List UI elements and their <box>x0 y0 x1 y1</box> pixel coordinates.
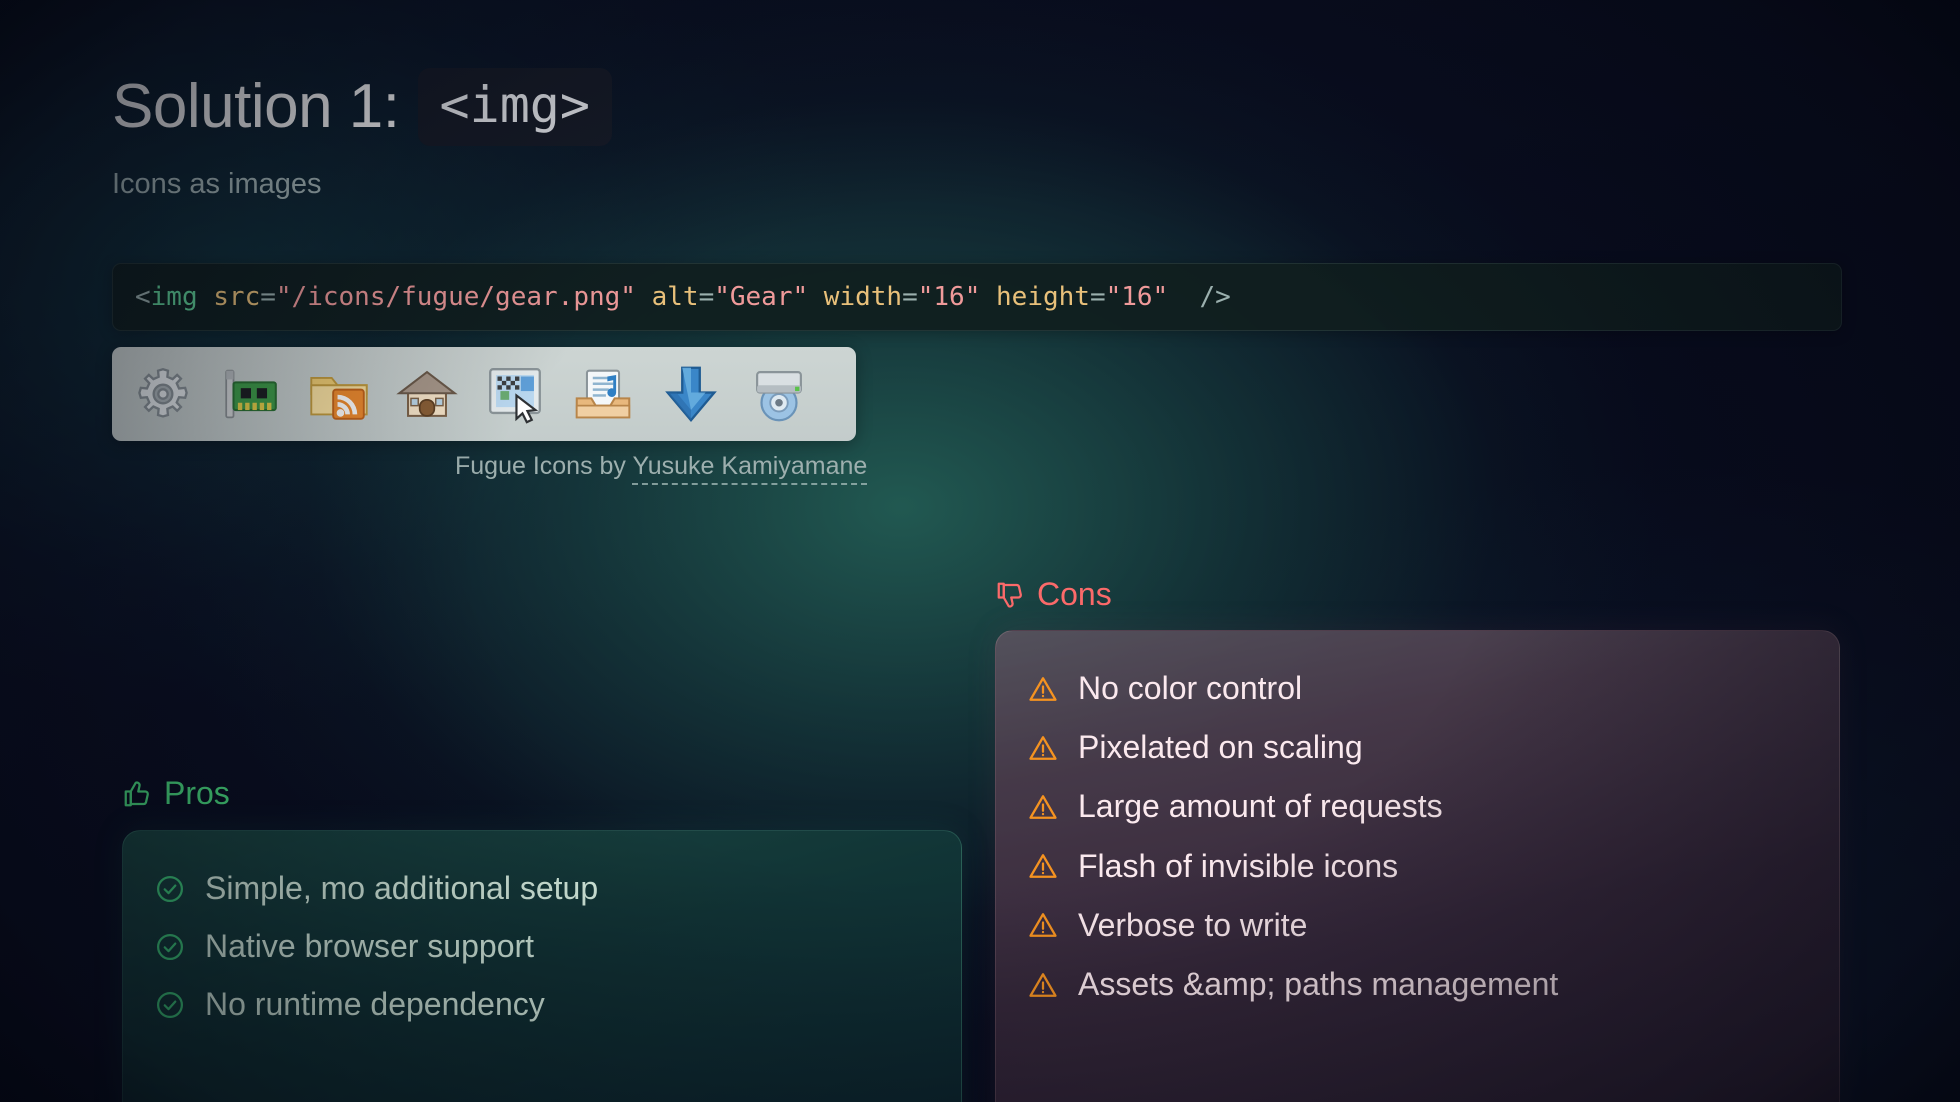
cons-item-label: Verbose to write <box>1078 906 1308 943</box>
webcam-device-icon <box>756 371 802 422</box>
pros-heading: Pros <box>122 775 230 812</box>
code-token-str-height: "16" <box>1105 282 1169 312</box>
cons-heading: Cons <box>995 576 1112 613</box>
page-title: Solution 1: <box>112 72 400 141</box>
code-token-eq-2: = <box>698 282 715 312</box>
code-token-attr-src: src <box>213 282 261 312</box>
code-badge-img-tag: <img> <box>417 68 613 146</box>
code-token-eq-3: = <box>902 282 918 312</box>
pros-heading-label: Pros <box>164 775 230 811</box>
code-token-attr-height: height <box>996 282 1090 312</box>
warning-triangle-icon <box>1029 972 1057 997</box>
warning-triangle-icon <box>1029 854 1057 879</box>
cons-heading-label: Cons <box>1037 576 1112 612</box>
cons-card: No color control Pixelated on scaling La… <box>995 619 1840 1102</box>
slide-root: Solution 1: <img> Icons as images < img s… <box>0 0 1960 1102</box>
cons-item-label: Large amount of requests <box>1078 788 1443 825</box>
list-item: No runtime dependency <box>155 987 961 1022</box>
check-circle-icon <box>157 875 183 902</box>
cons-item-label: Flash of invisible icons <box>1078 847 1399 884</box>
list-item: Assets &amp; paths management <box>1028 965 1839 1002</box>
gear-icon <box>138 367 188 418</box>
code-token-lt: < <box>135 282 151 312</box>
code-token-tag: img <box>150 282 198 312</box>
code-token-eq-1: = <box>260 282 276 312</box>
code-snippet-block: < img src = "/icons/fugue/gear.png" alt = "Ge… <box>112 263 1842 331</box>
list-item: Native browser support <box>155 928 961 965</box>
network-card-icon <box>225 369 277 419</box>
cons-item-label: Assets &amp; paths management <box>1078 965 1559 1002</box>
warning-triangle-icon <box>1029 913 1057 938</box>
check-circle-icon <box>157 933 183 960</box>
pros-item-label: No runtime dependency <box>205 986 545 1023</box>
code-token-str-src: "/icons/fugue/gear.png" <box>275 282 636 312</box>
code-token-str-width: "16" <box>917 282 981 312</box>
icon-attribution-caption: Fugue Icons by Yusuke Kamiyamane <box>455 452 868 485</box>
list-item: Large amount of requests <box>1028 789 1839 824</box>
pros-item-label: Native browser support <box>205 928 535 965</box>
image-cursor-icon <box>489 368 541 424</box>
list-item: No color control <box>1028 670 1839 706</box>
cons-list: No color control Pixelated on scaling La… <box>996 670 1839 1002</box>
pros-item-label: Simple, mo additional setup <box>205 870 599 906</box>
caption-prefix: Fugue Icons by <box>455 452 633 480</box>
home-icon <box>396 370 458 417</box>
warning-triangle-icon <box>1029 735 1057 760</box>
thumbs-up-icon <box>124 780 149 806</box>
warning-triangle-icon <box>1029 676 1057 701</box>
inbox-document-icon <box>575 369 631 419</box>
cons-item-label: Pixelated on scaling <box>1078 729 1363 766</box>
fugue-icon-strip <box>112 347 856 441</box>
title-row: Solution 1: <img> <box>112 68 613 146</box>
list-item: Flash of invisible icons <box>1028 847 1839 884</box>
cons-item-label: No color control <box>1078 670 1303 706</box>
code-token-selfclose: /> <box>1199 282 1231 312</box>
blue-download-arrow-icon <box>665 366 717 423</box>
code-token-attr-alt: alt <box>651 282 699 312</box>
list-item: Verbose to write <box>1028 906 1839 943</box>
thumbs-down-icon <box>997 582 1022 608</box>
warning-triangle-icon <box>1029 795 1057 819</box>
code-token-str-alt: "Gear" <box>714 282 809 312</box>
caption-author-link[interactable]: Yusuke Kamiyamane <box>632 452 868 485</box>
list-item: Simple, mo additional setup <box>155 870 961 906</box>
code-token-attr-width: width <box>823 282 903 312</box>
slide-header: Solution 1: <img> Icons as images <box>112 68 613 201</box>
pros-list: Simple, mo additional setup Native brows… <box>123 870 961 1023</box>
folder-rss-icon <box>310 377 368 420</box>
code-token-eq-4: = <box>1089 282 1106 312</box>
pros-card: Simple, mo additional setup Native brows… <box>122 819 962 1102</box>
list-item: Pixelated on scaling <box>1028 729 1839 766</box>
page-subtitle: Icons as images <box>112 168 322 200</box>
check-circle-icon <box>157 991 183 1018</box>
